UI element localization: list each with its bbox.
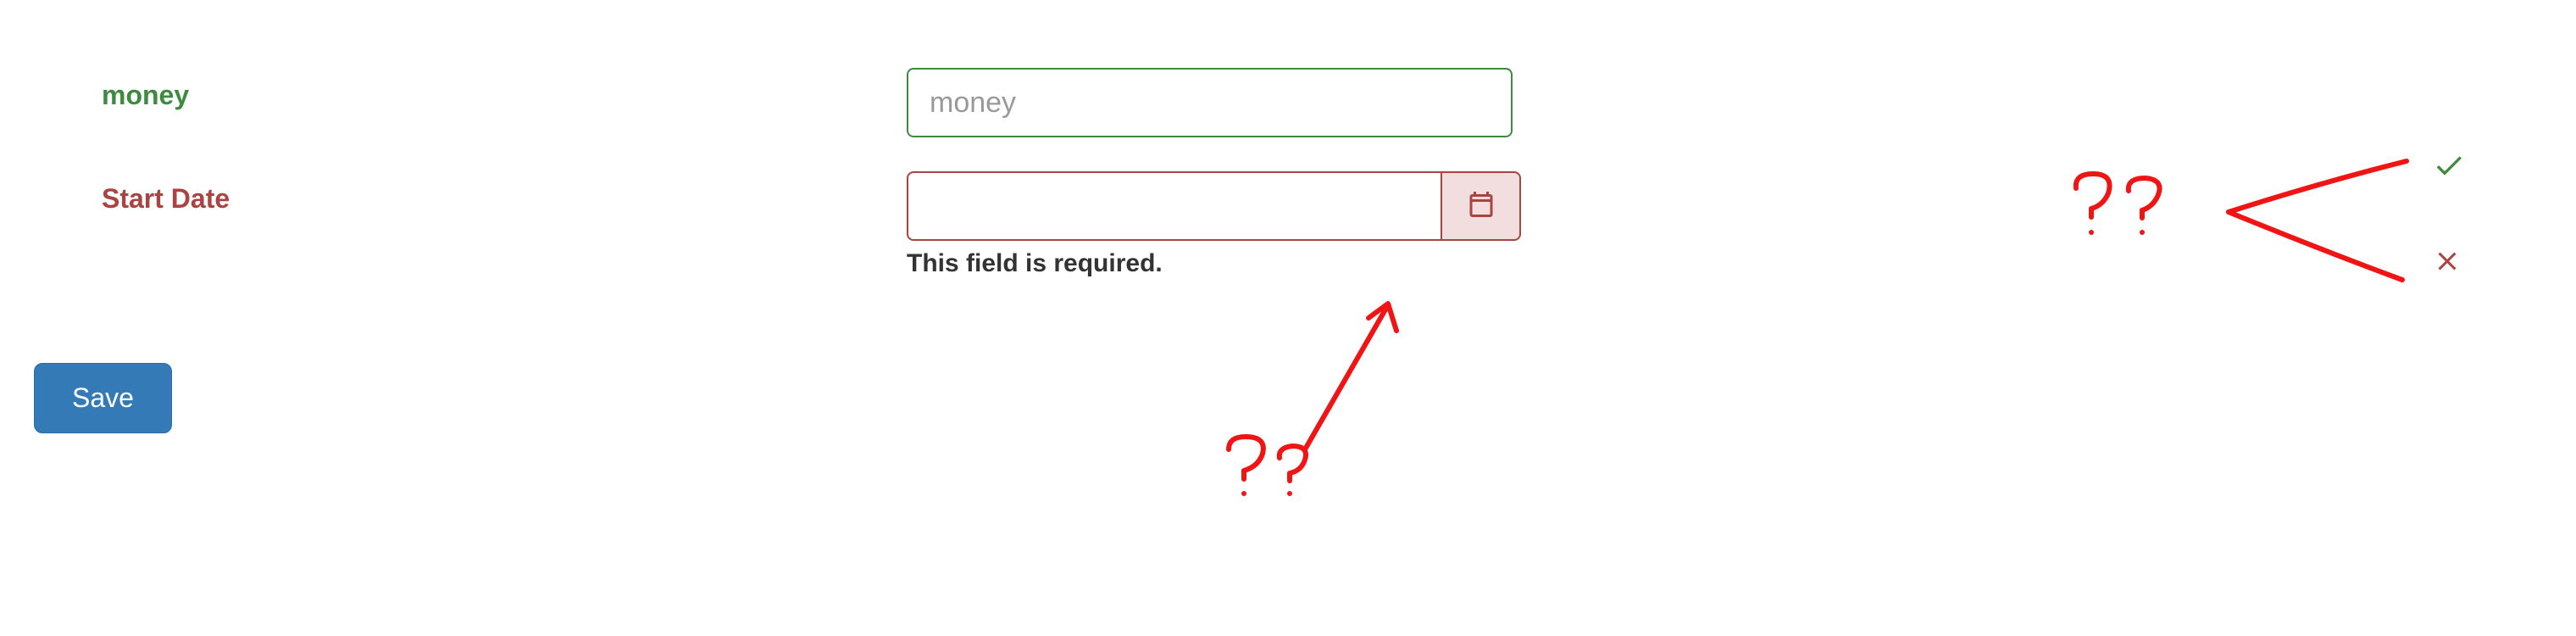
annotation-arrow-1 bbox=[1288, 288, 1424, 462]
start-date-row: Start Date This field is required. bbox=[34, 171, 2542, 278]
start-date-input-wrapper: This field is required. bbox=[907, 171, 1521, 278]
money-input-wrapper bbox=[907, 68, 1513, 137]
money-input[interactable] bbox=[907, 68, 1513, 137]
annotation-question-1 bbox=[1220, 432, 1322, 522]
start-date-label: Start Date bbox=[34, 171, 907, 215]
money-label: money bbox=[34, 68, 907, 111]
money-row: money bbox=[34, 68, 2542, 137]
start-date-input[interactable] bbox=[907, 171, 1441, 241]
calendar-icon bbox=[1466, 189, 1496, 224]
start-date-error: This field is required. bbox=[907, 249, 1163, 278]
x-icon bbox=[2432, 246, 2466, 281]
save-button[interactable]: Save bbox=[34, 363, 172, 433]
feedback-icons bbox=[2432, 148, 2466, 281]
check-icon bbox=[2432, 148, 2466, 187]
date-picker-button[interactable] bbox=[1441, 171, 1521, 241]
